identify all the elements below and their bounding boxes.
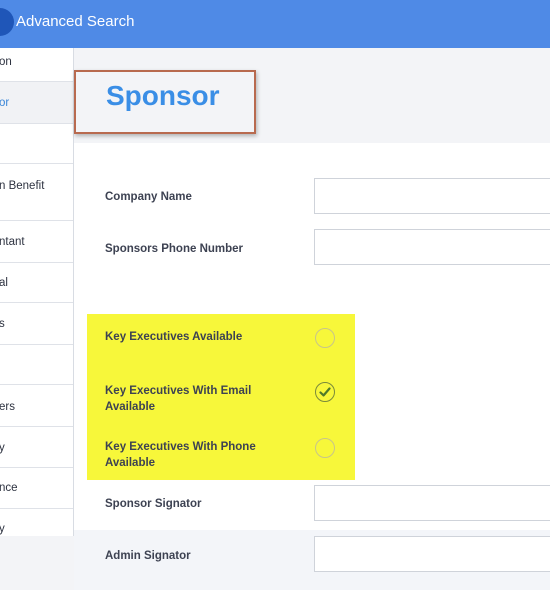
sidebar-item-5[interactable]: al bbox=[0, 263, 73, 303]
key-exec-available-radio[interactable] bbox=[315, 328, 335, 348]
sidebar-item-sponsor[interactable]: or bbox=[0, 82, 73, 124]
sidebar-item-label: ers bbox=[0, 401, 15, 413]
sidebar-item-label: y bbox=[0, 523, 5, 535]
top-bar: Advanced Search bbox=[0, 0, 550, 48]
section-header: Sponsor bbox=[74, 70, 256, 134]
sidebar-item-10[interactable]: nce bbox=[0, 468, 73, 509]
app-logo-icon[interactable] bbox=[0, 8, 14, 36]
key-exec-email-label-line2: Available bbox=[105, 401, 156, 413]
key-exec-email-label: Key Executives With Email Available bbox=[105, 383, 251, 415]
sidebar-item-label: y bbox=[0, 442, 5, 454]
key-exec-phone-label-line1: Key Executives With Phone bbox=[105, 441, 256, 453]
key-exec-phone-radio[interactable] bbox=[315, 438, 335, 458]
company-name-label: Company Name bbox=[105, 191, 192, 203]
key-exec-available-label: Key Executives Available bbox=[105, 331, 243, 343]
sidebar-item-11[interactable]: y bbox=[0, 509, 73, 536]
sidebar: on or n Benefit ntant al s ers y nce y bbox=[0, 48, 74, 536]
sidebar-item-label: n Benefit bbox=[0, 180, 45, 192]
sidebar-item-label: on bbox=[0, 56, 12, 68]
key-exec-email-label-line1: Key Executives With Email bbox=[105, 385, 252, 397]
sidebar-item-label: nce bbox=[0, 482, 18, 494]
sponsors-phone-row: Sponsors Phone Number bbox=[74, 213, 550, 265]
sidebar-item-9[interactable]: y bbox=[0, 427, 73, 468]
key-exec-phone-label: Key Executives With Phone Available bbox=[105, 439, 256, 471]
sponsor-signator-input[interactable] bbox=[314, 485, 550, 521]
sidebar-item-label: s bbox=[0, 318, 5, 330]
company-name-row: Company Name bbox=[74, 153, 550, 214]
sidebar-item-4[interactable]: ntant bbox=[0, 221, 73, 263]
sidebar-item-label: ntant bbox=[0, 236, 25, 248]
check-icon bbox=[319, 387, 331, 397]
sidebar-item-6[interactable]: s bbox=[0, 303, 73, 345]
page-title: Sponsor bbox=[106, 80, 220, 111]
sponsors-phone-label: Sponsors Phone Number bbox=[105, 243, 244, 255]
main-content: Sponsor Company Name Sponsors Phone Numb… bbox=[74, 48, 550, 590]
sponsor-form: Company Name Sponsors Phone Number Key E… bbox=[74, 143, 550, 590]
sidebar-item-label: al bbox=[0, 277, 8, 289]
key-exec-email-radio[interactable] bbox=[315, 382, 335, 402]
sidebar-item-8[interactable]: ers bbox=[0, 385, 73, 427]
app-title: Advanced Search bbox=[16, 13, 135, 30]
sponsor-signator-label: Sponsor Signator bbox=[105, 498, 202, 510]
sidebar-item-0[interactable]: on bbox=[0, 48, 73, 82]
sidebar-item-label: or bbox=[0, 97, 10, 109]
company-name-input[interactable] bbox=[314, 178, 550, 214]
sidebar-item-2[interactable] bbox=[0, 124, 73, 164]
sidebar-item-3[interactable]: n Benefit bbox=[0, 164, 73, 221]
admin-signator-label: Admin Signator bbox=[105, 550, 191, 562]
admin-signator-row: Admin Signator bbox=[74, 530, 550, 590]
sponsor-signator-row: Sponsor Signator bbox=[74, 480, 550, 530]
key-exec-phone-label-line2: Available bbox=[105, 457, 156, 469]
sidebar-item-7[interactable] bbox=[0, 345, 73, 385]
admin-signator-input[interactable] bbox=[314, 536, 550, 572]
sponsors-phone-input[interactable] bbox=[314, 229, 550, 265]
